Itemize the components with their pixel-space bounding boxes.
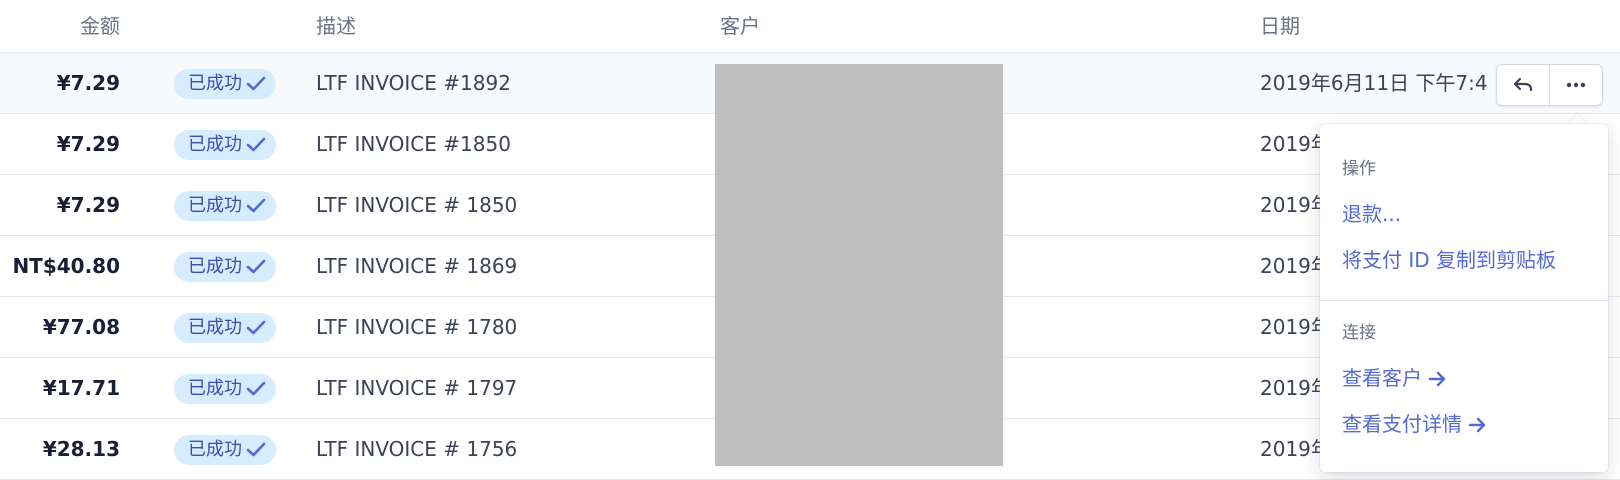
checkmark-icon [246,76,266,91]
more-actions-button[interactable] [1549,65,1602,105]
description-cell: LTF INVOICE # 1869 [316,254,518,278]
description-cell: LTF INVOICE # 1850 [316,193,518,217]
status-badge: 已成功 [174,435,276,465]
status-badge: 已成功 [174,374,276,404]
header-amount[interactable]: 金额 [0,0,120,52]
status-badge: 已成功 [174,69,276,99]
ellipsis-icon [1566,82,1586,88]
table-header: 金额 描述 客户 日期 [0,0,1620,53]
menu-item-view-customer-label: 查看客户 [1342,366,1422,390]
refund-button[interactable] [1497,65,1549,105]
status-badge-label: 已成功 [188,378,242,399]
checkmark-icon [246,137,266,152]
menu-section-actions: 操作 [1342,159,1376,179]
description-cell: LTF INVOICE #1850 [316,132,511,156]
header-customer[interactable]: 客户 [720,0,760,52]
amount-cell: ¥77.08 [42,315,120,339]
amount-cell: ¥7.29 [56,193,120,217]
checkmark-icon [246,198,266,213]
status-badge-label: 已成功 [188,317,242,338]
menu-item-view-payment-details[interactable]: 查看支付详情 [1342,408,1488,437]
description-cell: LTF INVOICE # 1780 [316,315,518,339]
arrow-right-icon [1428,371,1446,387]
payments-table: 金额 描述 客户 日期 ¥7.29 已成功 LTF INVOICE #1892 … [0,0,1620,480]
header-description[interactable]: 描述 [316,0,356,52]
checkmark-icon [246,320,266,335]
redacted-customer-block [715,64,1003,466]
amount-cell: ¥7.29 [56,132,120,156]
description-cell: LTF INVOICE # 1756 [316,437,518,461]
menu-section-connect: 连接 [1342,323,1376,343]
checkmark-icon [246,259,266,274]
status-badge-label: 已成功 [188,195,242,216]
description-cell: LTF INVOICE #1892 [316,71,511,95]
actions-dropdown-menu: 操作 退款... 将支付 ID 复制到剪贴板 连接 查看客户 查看支付详情 [1320,124,1608,472]
amount-cell: NT$40.80 [12,254,120,278]
undo-arrow-icon [1513,77,1533,92]
status-badge-label: 已成功 [188,439,242,460]
header-date[interactable]: 日期 [1260,0,1300,52]
menu-item-refund[interactable]: 退款... [1342,198,1401,227]
status-badge-label: 已成功 [188,134,242,155]
checkmark-icon [246,381,266,396]
menu-item-view-payment-label: 查看支付详情 [1342,412,1462,436]
status-badge: 已成功 [174,313,276,343]
status-badge: 已成功 [174,252,276,282]
status-badge-label: 已成功 [188,73,242,94]
menu-divider [1320,300,1608,301]
amount-cell: ¥28.13 [42,437,120,461]
status-badge: 已成功 [174,191,276,221]
description-cell: LTF INVOICE # 1797 [316,376,518,400]
status-badge: 已成功 [174,130,276,160]
menu-item-view-customer[interactable]: 查看客户 [1342,362,1448,391]
amount-cell: ¥17.71 [42,376,120,400]
menu-item-copy-payment-id[interactable]: 将支付 ID 复制到剪贴板 [1342,244,1556,273]
amount-cell: ¥7.29 [56,71,120,95]
checkmark-icon [246,442,266,457]
date-cell: 2019年6月11日 下午7:4 [1260,71,1488,95]
arrow-right-icon [1468,417,1486,433]
status-badge-label: 已成功 [188,256,242,277]
row-action-group [1496,64,1603,106]
